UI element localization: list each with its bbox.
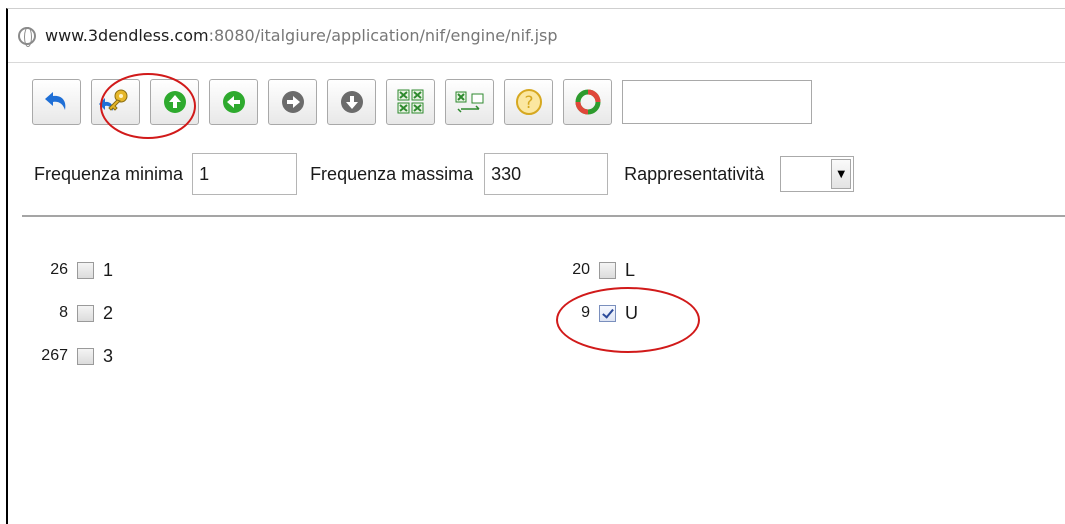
facet-item: 267 3 [36,345,113,367]
facet-checkbox[interactable] [599,261,616,279]
arrow-right-icon [281,91,304,113]
facet-item: 8 2 [36,302,113,324]
representativeness-label: Rappresentatività [624,163,765,184]
facet-label: L [625,259,636,280]
facet-label: 1 [103,259,114,280]
facet-item: 20 L [568,259,638,281]
down-button[interactable] [327,79,376,125]
facet-count: 8 [59,304,68,321]
refresh-icon [575,89,600,115]
facet-count: 20 [572,261,590,278]
help-icon: ? [515,89,542,115]
arrow-left-icon [222,91,245,113]
frequency-filters: Frequenza minima Frequenza massima Rappr… [34,153,855,195]
url-host: www.3dendless.com [45,26,209,45]
arrow-down-icon [340,91,363,113]
facet-checkbox[interactable] [77,304,94,322]
chevron-down-icon[interactable]: ▼ [831,159,852,189]
search-input[interactable] [622,80,812,124]
undo-button[interactable] [32,79,81,125]
facet-checkbox[interactable] [77,347,94,365]
undo-icon [44,92,65,110]
svg-text:?: ? [524,93,533,113]
back-button[interactable] [209,79,258,125]
divider [22,215,1065,217]
globe-icon [18,26,36,47]
min-frequency-label: Frequenza minima [34,163,184,184]
swap-panels-button[interactable] [445,79,494,125]
max-frequency-input[interactable] [484,153,609,195]
forward-button[interactable] [268,79,317,125]
annotation-circle-toolbar [100,73,196,139]
browser-window: www.3dendless.com:8080/italgiure/applica… [6,8,1065,524]
facet-list-left: 26 1 8 2 267 3 [36,259,113,388]
swap-panels-icon [455,91,483,113]
facet-count: 267 [41,347,68,364]
address-bar[interactable]: www.3dendless.com:8080/italgiure/applica… [8,9,1065,63]
facet-checkbox[interactable] [77,261,94,279]
expand-all-button[interactable] [386,79,435,125]
representativeness-select[interactable]: ▼ [780,156,855,192]
facet-label: 2 [103,302,114,323]
facet-item: 26 1 [36,259,113,281]
url-text: www.3dendless.com:8080/italgiure/applica… [45,26,558,45]
help-button[interactable]: ? [504,79,553,125]
refresh-button[interactable] [563,79,612,125]
max-frequency-label: Frequenza massima [310,163,474,184]
url-path: :8080/italgiure/application/nif/engine/n… [208,26,558,45]
facet-label: 3 [103,345,114,366]
expand-grid-icon [397,89,423,114]
facet-count: 26 [50,261,68,278]
annotation-circle-checkbox [556,287,700,353]
min-frequency-input[interactable] [192,153,298,195]
